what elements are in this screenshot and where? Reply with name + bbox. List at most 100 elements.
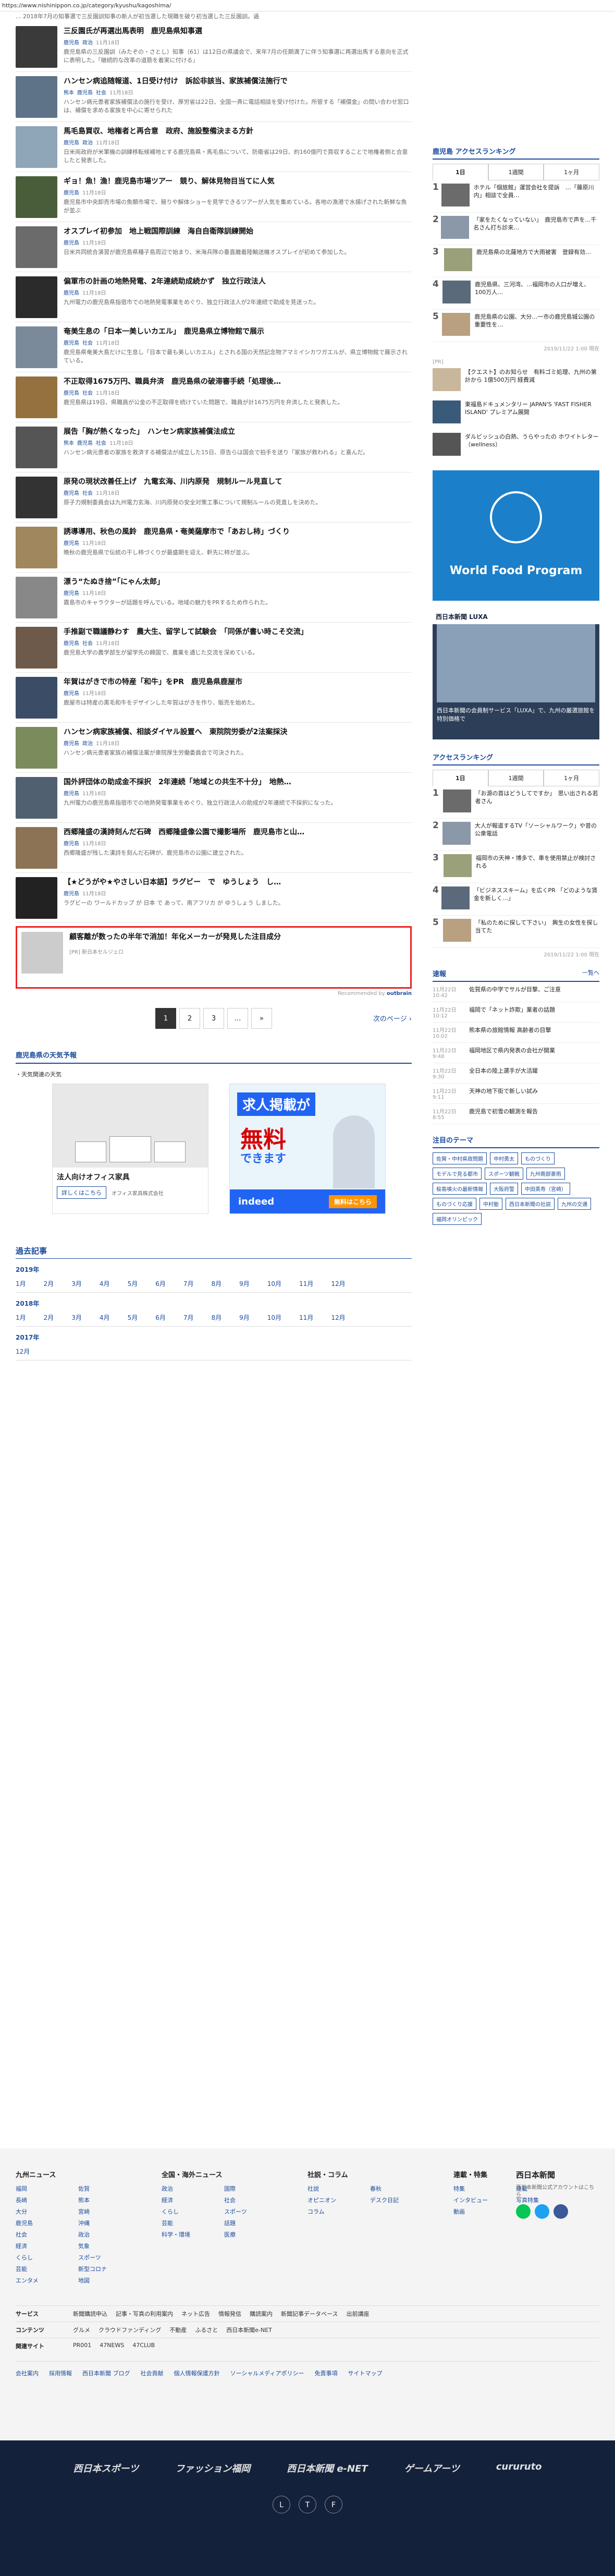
archive-month-link[interactable]: 5月 [128,1313,138,1322]
footer-link[interactable]: 熊本 [78,2196,136,2204]
article-thumbnail[interactable] [16,326,57,368]
latest-item[interactable]: 11月22日 10:12 福岡で「ネット詐欺」業者の話題 [433,1002,599,1023]
archive-month-link[interactable]: 7月 [183,1313,194,1322]
latest-item[interactable]: 11月22日 9:48 福岡地区で県内発表の会社が開業 [433,1043,599,1063]
theme-chip[interactable]: モデルで見る都市 [433,1168,482,1180]
latest-item[interactable]: 11月22日 9:30 全日本の陸上選手が大活躍 [433,1063,599,1084]
luxa-banner[interactable]: 西日本新聞 LUXA 西日本新聞の会員制サービス「LUXA」で、九州の厳選旅館を… [433,609,599,739]
list-item[interactable]: 奄美生息の「日本一美しいカエル」 鹿児島県立博物館で展示 鹿児島 社会 11月18日鹿… [16,322,412,372]
social-facebook-icon[interactable]: F [325,2496,342,2513]
theme-chip[interactable]: 佐賀・中村県政問題 [433,1152,487,1164]
list-item[interactable]: 西郷隆盛の漢詩刻んだ石碑 西郷隆盛像公園で撮影場所 鹿児島市と山… 鹿児島 11月1… [16,823,412,873]
theme-chip[interactable]: 西日本新聞の社説 [506,1198,555,1210]
ranking-title[interactable]: 「ビジネススキーム」を広くPR 「どのような賃金を新しく…」 [474,886,599,912]
footer-link[interactable]: 長崎 [16,2196,73,2204]
footer-row-link[interactable]: 購読案内 [250,2310,273,2318]
article-title[interactable]: オスプレイ初参加 地上戦国際訓練 海自自衛隊訓練開始 [64,226,412,237]
article-thumbnail[interactable] [16,527,57,568]
article-tag[interactable]: 社会 [82,391,93,396]
footer-link[interactable]: 政治 [162,2184,219,2193]
archive-month-link[interactable]: 4月 [100,1279,110,1288]
ranking-item[interactable]: 5 「私のために探して下さい」 興生の女性を探し当てた [433,916,599,948]
latest-title[interactable]: 熊本県の旅館情報 高齢者の目撃 [469,1026,551,1039]
article-tag[interactable]: 鹿児島 [64,491,79,496]
article-title[interactable]: 西郷隆盛の漢詩刻んだ石碑 西郷隆盛像公園で撮影場所 鹿児島市と山… [64,827,412,837]
theme-chip[interactable]: 桜島噴火の最新情報 [433,1183,487,1195]
pr-thumbnail[interactable] [21,932,63,974]
archive-month-link[interactable]: 11月 [299,1279,313,1288]
article-tag[interactable]: 鹿児島 [64,741,79,747]
latest-title[interactable]: 福岡地区で県内発表の会社が開業 [469,1046,555,1060]
address-bar[interactable]: https://www.nishinippon.co.jp/category/k… [0,0,615,11]
article-title[interactable]: 漂う“たぬき捨”「にゃん太郎」 [64,577,412,587]
footer-link[interactable]: 経済 [16,2242,73,2250]
article-tag[interactable]: 熊本 [64,90,74,96]
theme-chip[interactable]: スポーツ観戦 [485,1168,523,1180]
footer-bottom-link[interactable]: 社会貢献 [141,2369,164,2377]
footer-row-link[interactable]: 47NEWS [100,2342,124,2350]
footer-link[interactable]: 鹿児島 [16,2219,73,2227]
footer-bottom-link[interactable]: ソーシャルメディアポリシー [230,2369,304,2377]
footer-row-link[interactable]: 47CLUB [132,2342,155,2350]
latest-title[interactable]: 全日本の陸上選手が大活躍 [469,1066,538,1080]
footer-row-link[interactable]: 西日本新聞e-NET [226,2326,272,2334]
wfp-banner[interactable]: World Food Program [433,470,599,601]
theme-chip[interactable]: 九州南部豪雨 [526,1168,565,1180]
ranking-title[interactable]: 福岡市の天神・博多で、車を使用禁止が検討される [476,854,599,880]
archive-month-link[interactable]: 6月 [155,1313,166,1322]
footer-row-link[interactable]: ふるさと [195,2326,218,2334]
article-tag[interactable]: 社会 [82,641,93,647]
archive-month-link[interactable]: 7月 [183,1279,194,1288]
footer-bottom-link[interactable]: サイトマップ [348,2369,383,2377]
latest-more-link[interactable]: 一覧へ [582,968,599,978]
article-tag[interactable]: 鹿児島 [64,841,79,847]
latest-title[interactable]: 天神の地下街で新しい試み [469,1087,538,1100]
archive-month-link[interactable]: 9月 [239,1313,250,1322]
footer-row-link[interactable]: 出前講座 [346,2310,369,2318]
ranking-item[interactable]: 3 福岡市の天神・博多で、車を使用禁止が検討される [433,851,599,883]
article-title[interactable]: 偏軍市の計画の地熱発電、2年連続助成続かず 独立行政法人 [64,276,412,287]
article-thumbnail[interactable] [16,477,57,518]
archive-month-link[interactable]: 11月 [299,1313,313,1322]
footer-row-link[interactable]: 記事・写真の利用案内 [116,2310,173,2318]
ranking-title[interactable]: ホテル「個旅館」運営会社を提訴 …「藤原川内」相談で全員… [474,184,599,209]
ranking-title[interactable]: 「家をたくなっていない」 鹿児島市で声を…千名さん打ち診来… [473,216,599,241]
article-thumbnail[interactable] [16,76,57,118]
list-item[interactable]: ハンセン病追随報道、1日受け付け 訴訟非該当、家族補償法施行で 熊本 鹿児島 社会 11… [16,72,412,122]
footer-column-title[interactable]: 社説・コラム [308,2169,427,2179]
list-item[interactable]: 原発の現状改善任上げ 九電玄海、川内原発 規制ルール見直して 鹿児島 社会 11月18… [16,472,412,523]
article-tag[interactable]: 鹿児島 [64,290,79,296]
archive-month-link[interactable]: 12月 [331,1279,345,1288]
article-thumbnail[interactable] [16,577,57,618]
archive-month-link[interactable]: 12月 [16,1347,30,1356]
latest-item[interactable]: 11月22日 9:11 天神の地下街で新しい試み [433,1084,599,1104]
article-thumbnail[interactable] [16,627,57,669]
brand-logo[interactable]: ファッション福岡 [175,2461,250,2475]
ranking-item[interactable]: 2 大人が報道するTV「ソーシャルワーク」や昔の公衆電話 [433,819,599,851]
ranking-title[interactable]: 鹿児島県の公園、大分…一市の鹿児島城公園の重要性を… [474,313,599,338]
archive-month-link[interactable]: 12月 [331,1313,345,1322]
latest-title[interactable]: 佐賀県の中学でサルが目撃、ご注意 [469,985,561,999]
footer-link[interactable]: 大分 [16,2207,73,2216]
archive-month-link[interactable]: 1月 [16,1313,26,1322]
office-ad[interactable]: 法人向けオフィス家具 詳しくはこちら オフィス家具株式会社 [52,1084,208,1214]
ranking-title[interactable]: 大人が報道するTV「ソーシャルワーク」や昔の公衆電話 [475,822,599,847]
theme-chip[interactable]: ものづくり応援 [433,1198,476,1210]
ranking-item[interactable]: 2 「家をたくなっていない」 鹿児島市で声を…千名さん打ち診来… [433,213,599,245]
article-tag[interactable]: 政治 [82,741,93,747]
article-tag[interactable]: 社会 [82,341,93,346]
theme-chip[interactable]: 中村勇太 [490,1152,518,1164]
footer-link[interactable]: 新型コロナ [78,2265,136,2273]
article-tag[interactable]: 社会 [96,90,106,96]
footer-link[interactable]: デスク日記 [370,2196,427,2204]
archive-month-link[interactable]: 6月 [155,1279,166,1288]
footer-row-link[interactable]: ネット広告 [181,2310,210,2318]
footer-link[interactable]: スポーツ [224,2207,281,2216]
article-tag[interactable]: 鹿児島 [64,641,79,647]
article-tag[interactable]: 鹿児島 [64,691,79,697]
footer-link[interactable]: スポーツ [78,2253,136,2262]
article-tag[interactable]: 熊本 [64,441,74,446]
list-item[interactable]: ギョ！魚！漁！鹿児島市場ツアー 競り、解体見物目当てに人気 鹿児島 11月18日 鹿児… [16,172,412,222]
brand-logo[interactable]: 西日本新聞 e-NET [287,2461,368,2475]
article-tag[interactable]: 鹿児島 [64,541,79,546]
